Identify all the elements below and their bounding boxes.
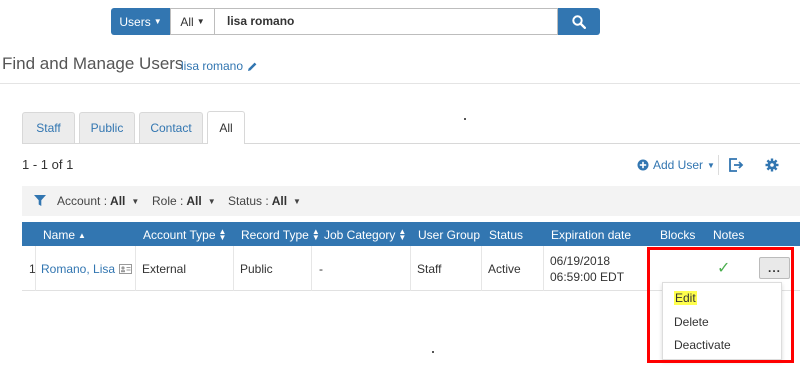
stray-dot bbox=[432, 351, 434, 353]
plus-circle-icon bbox=[637, 159, 649, 171]
expiration-date-cell: 06/19/2018 bbox=[550, 254, 611, 268]
column-header-notes[interactable]: Notes bbox=[713, 228, 744, 242]
tabs-underline bbox=[22, 143, 800, 144]
export-button[interactable] bbox=[728, 158, 744, 175]
sort-icon: ▲ ▼ bbox=[398, 227, 407, 242]
record-type-cell: Public bbox=[240, 262, 273, 276]
column-divider bbox=[410, 246, 411, 291]
column-header-user-group[interactable]: User Group bbox=[418, 228, 480, 242]
filter-icon bbox=[34, 195, 46, 206]
column-divider bbox=[481, 246, 482, 291]
pencil-icon bbox=[248, 62, 257, 71]
tab-contact[interactable]: Contact bbox=[139, 112, 203, 143]
search-icon bbox=[572, 14, 586, 29]
breadcrumb[interactable]: lisa romano bbox=[181, 59, 258, 73]
filter-account[interactable]: Account : All ▼ bbox=[57, 194, 139, 208]
column-divider bbox=[543, 246, 544, 291]
divider bbox=[0, 83, 800, 84]
status-cell: Active bbox=[488, 262, 521, 276]
user-name: Romano, Lisa bbox=[41, 262, 116, 276]
column-header-account-type[interactable]: Account Type ▲ ▼ bbox=[143, 227, 227, 243]
search-filter-label: All bbox=[180, 14, 194, 29]
breadcrumb-label: lisa romano bbox=[181, 59, 244, 73]
column-divider bbox=[233, 246, 234, 291]
gear-icon bbox=[765, 158, 779, 172]
sort-icon: ▲ ▼ bbox=[311, 227, 320, 242]
row-index: 1 bbox=[29, 262, 36, 276]
user-name-link[interactable]: Romano, Lisa bbox=[41, 262, 133, 276]
column-header-name[interactable]: Name ▲ bbox=[43, 228, 86, 242]
column-divider bbox=[135, 246, 136, 291]
sort-icon: ▲ ▼ bbox=[218, 227, 227, 242]
export-icon bbox=[729, 158, 744, 172]
caret-down-icon: ▼ bbox=[196, 17, 205, 26]
sort-ascending-icon: ▲ bbox=[78, 230, 86, 240]
expiration-time-cell: 06:59:00 EDT bbox=[550, 270, 625, 284]
add-user-label: Add User bbox=[653, 158, 704, 172]
caret-down-icon: ▼ bbox=[293, 196, 301, 206]
user-card-icon bbox=[119, 264, 133, 274]
search-filter-dropdown[interactable]: All ▼ bbox=[170, 8, 214, 35]
column-header-blocks[interactable]: Blocks bbox=[660, 228, 695, 242]
column-header-expiration-date[interactable]: Expiration date bbox=[551, 228, 631, 242]
tab-staff[interactable]: Staff bbox=[22, 112, 75, 143]
stray-dot bbox=[464, 118, 466, 120]
column-header-record-type[interactable]: Record Type ▲ ▼ bbox=[241, 227, 320, 243]
column-header-job-category[interactable]: Job Category ▲ ▼ bbox=[324, 227, 407, 243]
account-type-cell: External bbox=[142, 262, 187, 276]
search-scope-label: Users bbox=[119, 14, 151, 29]
add-user-button[interactable]: Add User ▼ bbox=[637, 158, 715, 172]
filter-status-label: Status : bbox=[228, 194, 269, 208]
search-button[interactable] bbox=[558, 8, 600, 35]
caret-down-icon: ▼ bbox=[207, 196, 216, 206]
search-input[interactable]: lisa romano bbox=[214, 8, 558, 35]
job-category-cell: - bbox=[319, 262, 323, 276]
filter-account-value: All bbox=[110, 194, 126, 208]
search-scope-dropdown[interactable]: Users ▼ bbox=[111, 8, 170, 35]
annotation-highlight-box bbox=[647, 247, 794, 363]
toolbar-divider bbox=[718, 155, 719, 175]
user-group-cell: Staff bbox=[417, 262, 442, 276]
settings-button[interactable] bbox=[765, 158, 779, 175]
filter-status[interactable]: Status : All ▼ bbox=[228, 194, 301, 208]
tab-public[interactable]: Public bbox=[79, 112, 135, 143]
page-title: Find and Manage Users bbox=[2, 54, 184, 73]
caret-down-icon: ▼ bbox=[707, 160, 715, 170]
filter-role[interactable]: Role : All ▼ bbox=[152, 194, 216, 208]
filter-role-value: All bbox=[186, 194, 202, 208]
column-header-status[interactable]: Status bbox=[489, 228, 523, 242]
column-divider bbox=[311, 246, 312, 291]
filter-status-value: All bbox=[271, 194, 288, 208]
caret-down-icon: ▼ bbox=[131, 196, 140, 206]
results-count: 1 - 1 of 1 bbox=[22, 157, 74, 172]
filter-role-label: Role : bbox=[152, 194, 184, 208]
caret-down-icon: ▼ bbox=[153, 17, 162, 26]
tab-all[interactable]: All bbox=[207, 111, 245, 144]
filter-account-label: Account : bbox=[57, 194, 108, 208]
